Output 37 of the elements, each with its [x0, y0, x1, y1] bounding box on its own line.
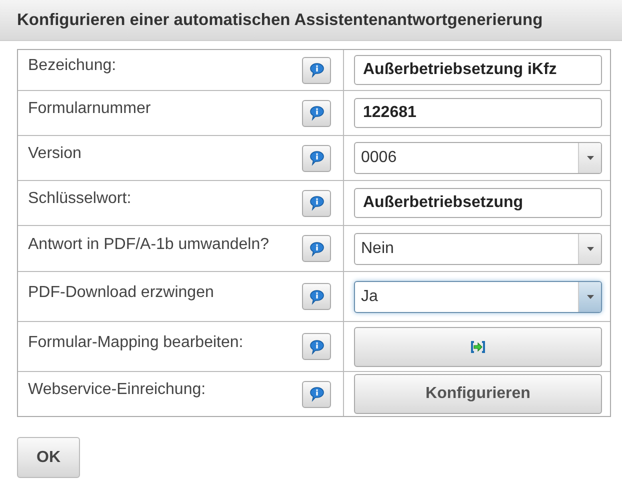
text-field[interactable]: Außerbetriebsetzung	[354, 188, 602, 218]
info-button[interactable]	[302, 283, 331, 310]
info-button[interactable]	[302, 190, 331, 216]
field-label: Formular-Mapping bearbeiten:	[28, 334, 244, 352]
info-button[interactable]	[302, 56, 331, 84]
arrow-bracket-icon	[471, 340, 485, 352]
field-label: Webservice-Einreichung:	[28, 381, 206, 399]
field-label: PDF-Download erzwingen	[28, 284, 214, 302]
caret-icon	[586, 246, 594, 250]
field-label: Formularnummer	[28, 100, 151, 118]
caret-icon	[586, 294, 594, 298]
speech-bubble-icon	[308, 240, 324, 256]
field-label: Antwort in PDF/A-1b umwandeln?	[28, 236, 269, 254]
speech-bubble-icon	[308, 288, 324, 304]
info-button[interactable]	[302, 144, 331, 172]
field-label: Version	[28, 145, 82, 163]
caret-icon	[586, 156, 594, 160]
text-field[interactable]: 122681	[354, 98, 602, 128]
field-label: Bezeichung:	[28, 57, 116, 75]
speech-bubble-icon	[308, 195, 324, 211]
speech-bubble-icon	[308, 62, 324, 78]
speech-bubble-icon	[308, 150, 324, 166]
field-label: Schlüsselwort:	[28, 190, 132, 208]
dropdown[interactable]: Nein	[354, 232, 602, 264]
dropdown[interactable]: 0006	[354, 142, 602, 174]
speech-bubble-icon	[308, 105, 324, 121]
dropdown[interactable]: Ja	[354, 280, 602, 312]
info-button[interactable]	[302, 235, 331, 262]
info-button[interactable]	[302, 100, 331, 126]
info-button[interactable]	[302, 380, 331, 408]
speech-bubble-icon	[308, 338, 324, 354]
info-button[interactable]	[302, 333, 331, 360]
text-field[interactable]: Außerbetriebsetzung iKfz	[354, 55, 602, 85]
ok-button[interactable]: OK	[17, 437, 80, 478]
speech-bubble-icon	[308, 386, 324, 402]
window-title: Konfigurieren einer automatischen Assistentenantwortgenerierung	[17, 10, 543, 30]
configure-button[interactable]: Konfigurieren	[354, 374, 602, 414]
